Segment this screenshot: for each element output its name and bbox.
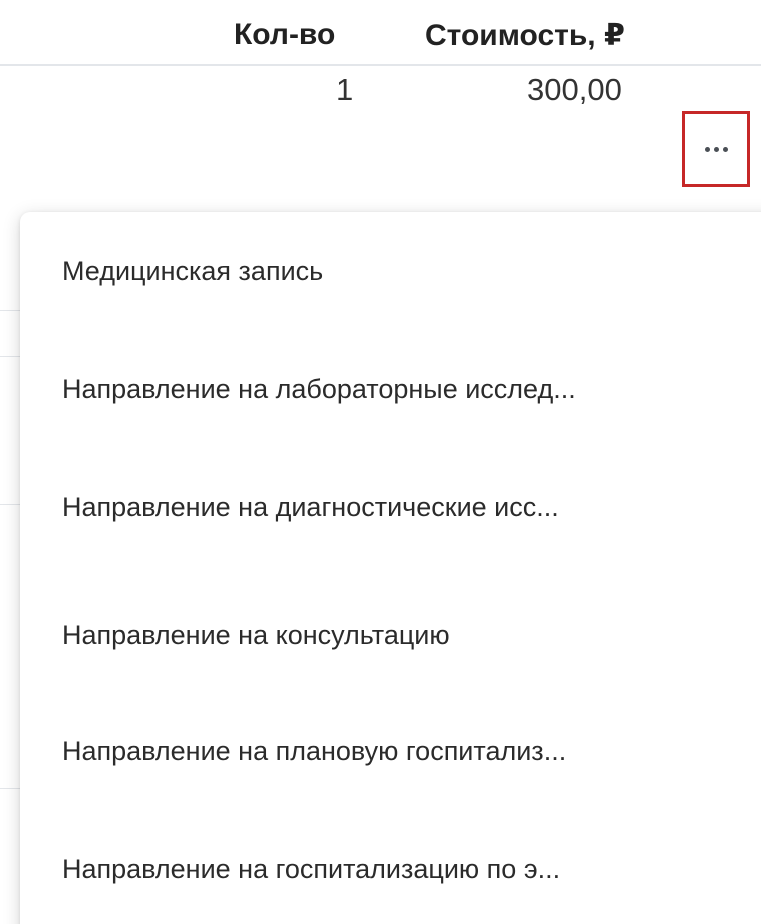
menu-item-lab-referral[interactable]: Направление на лабораторные исслед... [20,330,761,448]
menu-item-emergency-hospitalization[interactable]: Направление на госпитализацию по э... [20,810,761,924]
menu-item-planned-hospitalization[interactable]: Направление на плановую госпитализ... [20,692,761,810]
cell-cost: 300,00 [527,72,622,107]
page: Кол-во Стоимость, ₽ 1 300,00 Медицинская… [0,0,761,924]
menu-item-consultation-referral[interactable]: Направление на консультацию [20,576,761,694]
menu-item-diagnostic-referral[interactable]: Направление на диагностические исс... [20,448,761,566]
table-header: Кол-во Стоимость, ₽ [0,0,761,66]
more-horizontal-icon [704,146,728,152]
column-header-quantity[interactable]: Кол-во [234,18,335,52]
table-row[interactable] [0,66,761,216]
more-actions-button[interactable] [682,111,750,187]
cell-quantity: 1 [336,72,354,107]
column-header-cost[interactable]: Стоимость, ₽ [425,18,625,53]
menu-item-medical-record[interactable]: Медицинская запись [20,212,761,330]
actions-dropdown-menu: Медицинская запись Направление на лабора… [20,212,761,924]
